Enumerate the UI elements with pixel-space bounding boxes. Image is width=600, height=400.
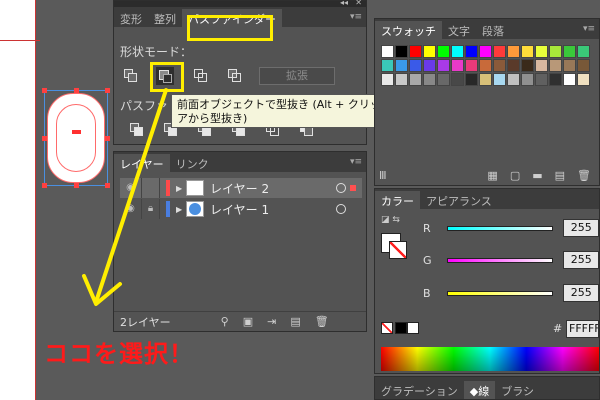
annotation-text: ココを選択！	[44, 340, 194, 368]
